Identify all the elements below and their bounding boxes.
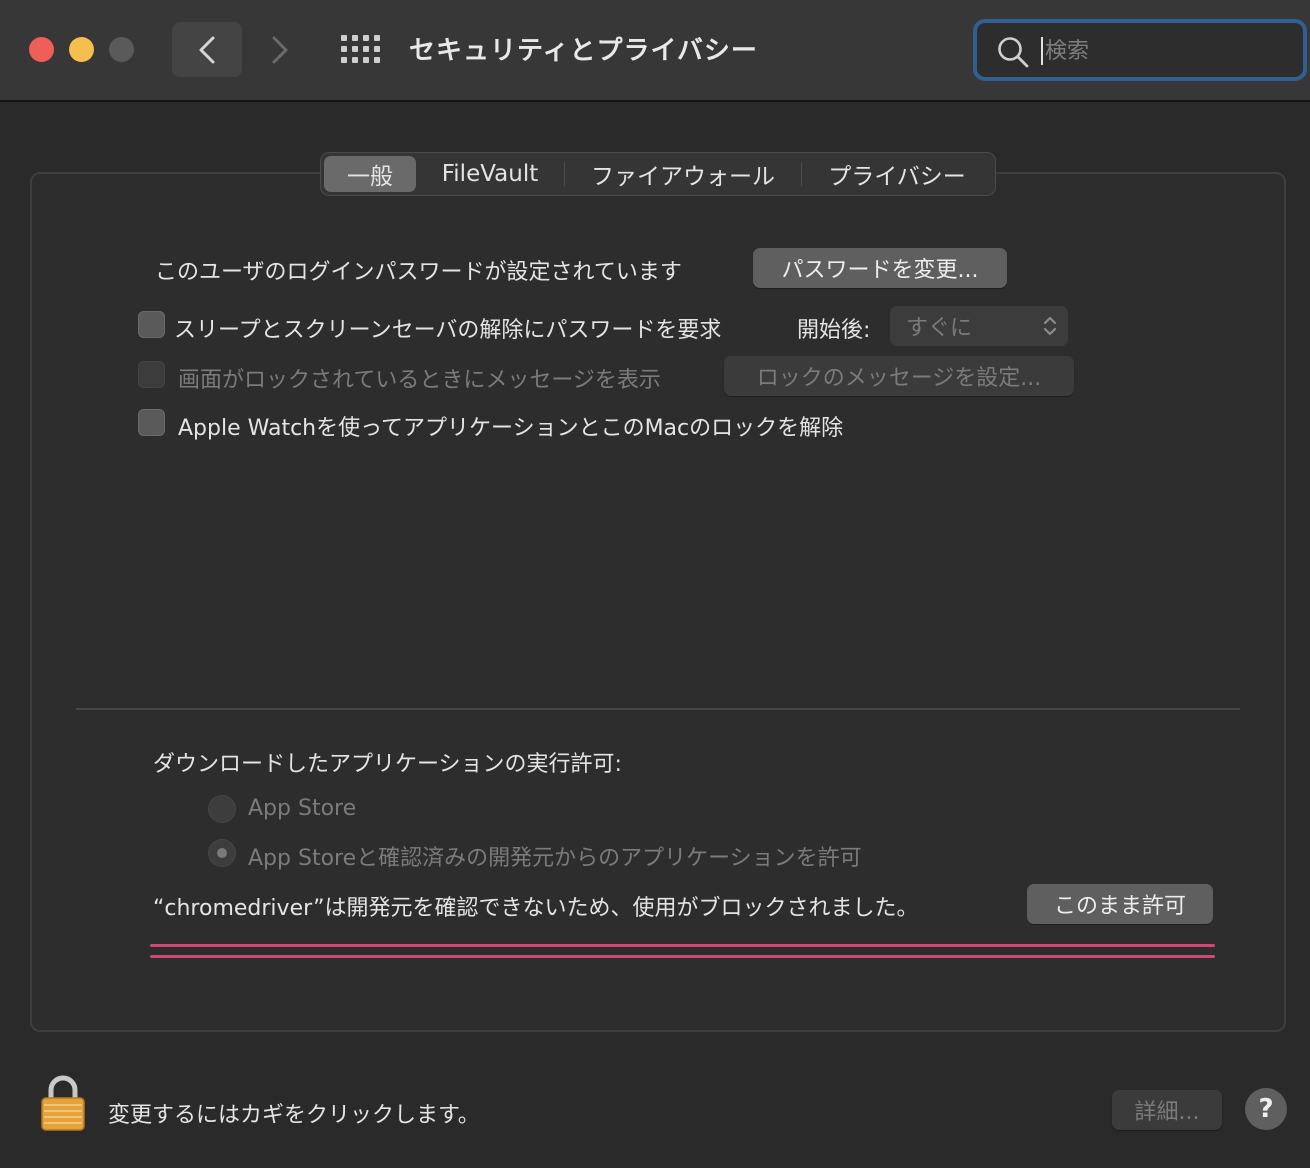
text-caret <box>1041 37 1043 65</box>
apple-watch-checkbox[interactable] <box>138 409 165 436</box>
show-message-label: 画面がロックされているときにメッセージを表示 <box>178 368 661 393</box>
password-set-text: このユーザのログインパスワードが設定されています <box>155 260 682 285</box>
start-after-select[interactable]: すぐに <box>890 306 1068 346</box>
tab-privacy[interactable]: プライバシー <box>802 156 992 192</box>
set-lock-message-button[interactable]: ロックのメッセージを設定... <box>724 356 1074 396</box>
chevron-left-icon <box>199 36 215 63</box>
window-title: セキュリティとプライバシー <box>409 36 758 66</box>
chevron-right-icon <box>272 36 287 63</box>
security-privacy-window: セキュリティとプライバシー 一般 FileVault ファイアウォール プライバ… <box>0 0 1310 1168</box>
tab-general[interactable]: 一般 <box>324 156 416 192</box>
start-after-label: 開始後: <box>797 318 871 343</box>
forward-button[interactable] <box>252 22 307 77</box>
highlight-underline <box>150 944 1215 947</box>
zoom-window-button[interactable] <box>109 37 134 62</box>
padlock-icon[interactable] <box>38 1074 88 1132</box>
radio-selected-dot <box>217 848 227 858</box>
show-message-checkbox[interactable] <box>138 361 165 388</box>
section-divider <box>76 708 1240 710</box>
search-field[interactable] <box>973 19 1307 81</box>
search-icon <box>998 37 1029 68</box>
updown-chevron-icon <box>1043 316 1057 336</box>
tab-bar: 一般 FileVault ファイアウォール プライバシー <box>320 152 996 196</box>
tab-firewall[interactable]: ファイアウォール <box>565 156 801 192</box>
radio-app-store[interactable] <box>208 795 236 823</box>
back-button[interactable] <box>172 22 242 77</box>
radio-app-store-identified-label: App Storeと確認済みの開発元からのアプリケーションを許可 <box>248 846 862 871</box>
close-window-button[interactable] <box>29 37 54 62</box>
radio-app-store-label: App Store <box>248 796 357 821</box>
downloads-heading: ダウンロードしたアプリケーションの実行許可: <box>153 752 622 777</box>
tab-filevault[interactable]: FileVault <box>416 156 564 192</box>
require-password-label: スリープとスクリーンセーバの解除にパスワードを要求 <box>174 318 722 343</box>
lock-instruction-text: 変更するにはカギをクリックします。 <box>108 1103 480 1128</box>
search-input[interactable] <box>1045 33 1295 69</box>
blocked-app-message: “chromedriver”は開発元を確認できないため、使用がブロックされました… <box>153 896 919 921</box>
advanced-button[interactable]: 詳細... <box>1112 1090 1222 1130</box>
highlight-underline <box>150 955 1215 958</box>
show-all-grid-icon[interactable] <box>338 30 382 68</box>
change-password-button[interactable]: パスワードを変更... <box>753 248 1007 288</box>
minimize-window-button[interactable] <box>69 37 94 62</box>
start-after-value: すぐに <box>906 316 973 341</box>
title-bar: セキュリティとプライバシー <box>0 0 1310 102</box>
apple-watch-label: Apple Watchを使ってアプリケーションとこのMacのロックを解除 <box>178 416 844 441</box>
radio-app-store-identified[interactable] <box>208 839 236 867</box>
allow-anyway-button[interactable]: このまま許可 <box>1027 884 1213 924</box>
help-button[interactable]: ? <box>1245 1088 1287 1130</box>
require-password-checkbox[interactable] <box>138 311 165 338</box>
